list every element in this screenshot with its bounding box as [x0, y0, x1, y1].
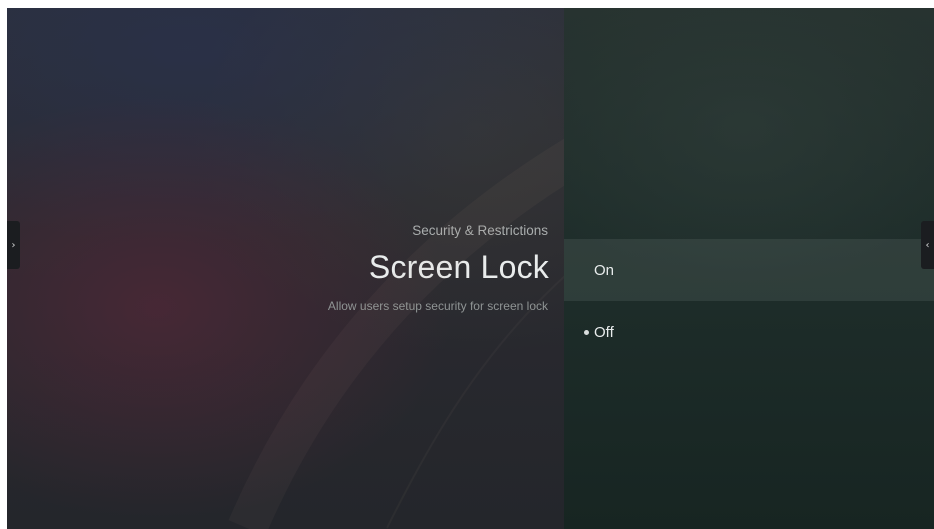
- page-title: Screen Lock: [368, 249, 549, 285]
- page-description: Allow users setup security for screen lo…: [327, 299, 548, 313]
- right-edge-tab[interactable]: ‹: [921, 221, 934, 269]
- option-off[interactable]: Off: [564, 301, 934, 363]
- option-on[interactable]: On: [564, 239, 934, 301]
- option-on-label: On: [594, 261, 615, 279]
- menu-info-pane: Security & Restrictions Screen Lock Allo…: [7, 8, 564, 529]
- left-edge-tab[interactable]: ›: [7, 221, 20, 269]
- tv-settings-screen: Security & Restrictions Screen Lock Allo…: [7, 8, 934, 529]
- option-off-label: Off: [594, 323, 614, 341]
- radio-selected-dot-icon: [584, 330, 589, 335]
- chevron-left-icon: ‹: [925, 239, 930, 251]
- breadcrumb: Security & Restrictions: [412, 223, 548, 238]
- chevron-right-icon: ›: [11, 239, 16, 251]
- options-pane: On Off: [564, 8, 934, 529]
